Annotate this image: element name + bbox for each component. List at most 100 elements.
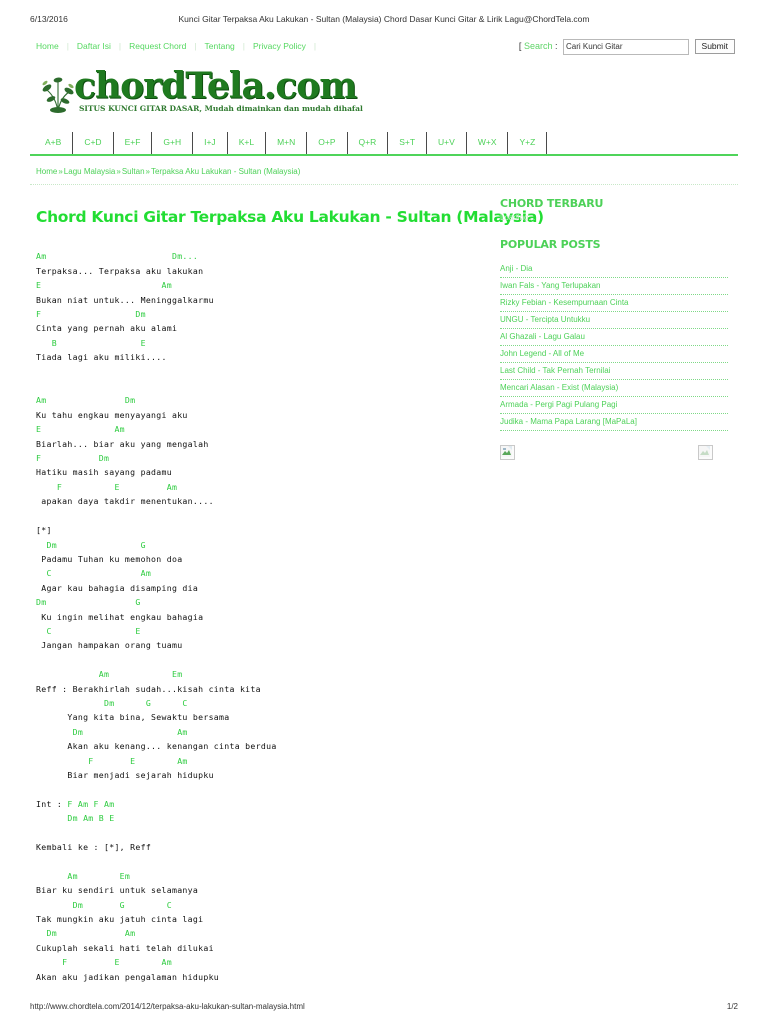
chord-line-chord: Dm Am bbox=[36, 726, 188, 737]
chord-line-blank bbox=[36, 365, 490, 379]
chord-line-blank bbox=[36, 782, 490, 796]
breadcrumb: Home»Lagu Malaysia»Sultan»Terpaksa Aku L… bbox=[30, 167, 738, 185]
chord-line-chord: Dm G C bbox=[36, 899, 172, 910]
list-item[interactable]: UNGU - Tercipta Untukku bbox=[500, 312, 728, 329]
chord-line-lyric: Biar ku sendiri untuk selamanya bbox=[36, 885, 199, 896]
plant-leaf-icon bbox=[38, 70, 78, 114]
chord-line-chord: Am Em bbox=[36, 870, 131, 881]
chord-line-blank bbox=[36, 854, 490, 868]
chord-line-lyric: Biarlah... biar aku yang mengalah bbox=[36, 438, 209, 449]
content-columns: Chord Kunci Gitar Terpaksa Aku Lakukan -… bbox=[30, 197, 738, 984]
site-logo-text: chordTela.com bbox=[74, 65, 357, 107]
sidebar-heading-popular-posts: POPULAR POSTS bbox=[500, 238, 601, 251]
top-navigation: Home | Daftar Isi | Request Chord | Tentang | Pr… bbox=[30, 36, 738, 56]
page-container: Home | Daftar Isi | Request Chord | Tentang | Pr… bbox=[30, 36, 738, 984]
broken-image-icon[interactable] bbox=[698, 445, 713, 460]
popular-post-link[interactable]: Al Ghazali - Lagu Galau bbox=[500, 332, 585, 341]
chord-tokens: F Am F Am bbox=[67, 798, 115, 809]
popular-post-link[interactable]: Anji - Dia bbox=[500, 264, 532, 273]
nav-item-daftar-isi[interactable]: Daftar Isi bbox=[69, 41, 119, 51]
alpha-item-kl[interactable]: K+L bbox=[228, 132, 267, 154]
alpha-item-mn[interactable]: M+N bbox=[266, 132, 308, 154]
popular-post-link[interactable]: Last Child - Tak Pernah Ternilai bbox=[500, 366, 610, 375]
search-input[interactable] bbox=[563, 38, 690, 55]
list-item[interactable]: John Legend - All of Me bbox=[500, 346, 728, 363]
nav-item-request-chord[interactable]: Request Chord bbox=[121, 41, 194, 51]
chord-line-chord: C Am bbox=[36, 568, 152, 579]
list-item[interactable]: Al Ghazali - Lagu Galau bbox=[500, 329, 728, 346]
list-item[interactable]: Mencari Alasan - Exist (Malaysia) bbox=[500, 380, 728, 397]
popular-post-link[interactable]: Iwan Fals - Yang Terlupakan bbox=[500, 281, 601, 290]
site-logo[interactable]: chordTela.com SITUS KUNCI GITAR DASAR, M… bbox=[30, 64, 738, 126]
alpha-item-yz[interactable]: Y+Z bbox=[508, 132, 548, 154]
chord-line-chord: Dm Am bbox=[36, 928, 136, 939]
alphabet-navigation: A+B C+D E+F G+H I+J K+L M+N O+P Q+R S+T U+V W+X Y+Z bbox=[30, 132, 738, 156]
footer-url: http://www.chordtela.com/2014/12/terpaks… bbox=[30, 1002, 305, 1011]
chord-line-lyric: Terpaksa... Terpaksa aku lakukan bbox=[36, 265, 204, 276]
alpha-item-ab[interactable]: A+B bbox=[34, 132, 74, 154]
alpha-item-st[interactable]: S+T bbox=[388, 132, 428, 154]
chord-line-blank bbox=[36, 826, 490, 840]
chord-line-plain: [*] bbox=[36, 525, 52, 536]
breadcrumb-item-sultan[interactable]: Sultan bbox=[122, 167, 145, 176]
alpha-item-qr[interactable]: Q+R bbox=[348, 132, 389, 154]
chord-line-blank bbox=[36, 509, 490, 523]
chord-line-chord: B E bbox=[36, 337, 146, 348]
chord-line-lyric: Biar menjadi sejarah hidupku bbox=[36, 770, 214, 780]
chord-line-chord: F E Am bbox=[36, 755, 188, 766]
popular-post-link[interactable]: John Legend - All of Me bbox=[500, 349, 584, 358]
nav-item-home[interactable]: Home bbox=[30, 41, 67, 51]
chord-line-chord: F Dm bbox=[36, 309, 146, 319]
list-item[interactable]: Judika - Mama Papa Larang [MaPaLa] bbox=[500, 414, 728, 431]
chord-line-lyric: Jangan hampakan orang tuamu bbox=[36, 640, 183, 651]
chord-line-blank bbox=[36, 379, 490, 393]
popular-post-link[interactable]: UNGU - Tercipta Untukku bbox=[500, 315, 590, 324]
sidebar-image-row bbox=[500, 445, 728, 467]
chord-line-chord: E Am bbox=[36, 280, 172, 291]
popular-posts-list: Anji - Dia Iwan Fals - Yang Terlupakan Riz… bbox=[500, 261, 728, 431]
chord-line-blank bbox=[36, 653, 490, 667]
search-area: [ Search : Submit bbox=[519, 36, 735, 56]
sidebar-heading-chord-terbaru: CHORD TERBARU bbox=[500, 197, 604, 210]
chord-line-chord: Am Dm bbox=[36, 395, 136, 406]
popular-post-link[interactable]: Judika - Mama Papa Larang [MaPaLa] bbox=[500, 417, 637, 426]
alpha-item-gh[interactable]: G+H bbox=[152, 132, 194, 154]
alpha-item-cd[interactable]: C+D bbox=[73, 132, 114, 154]
chord-line-chord: Dm G bbox=[36, 539, 146, 550]
chord-line-lyric: Akan aku jadikan pengalaman hidupku bbox=[36, 971, 220, 982]
chord-line-mixed: Dm Am B E bbox=[36, 811, 490, 825]
chord-line-chord: F Dm bbox=[36, 453, 110, 464]
site-logo-tagline: SITUS KUNCI GITAR DASAR, Mudah dimainkan… bbox=[79, 104, 363, 113]
list-item[interactable]: Last Child - Tak Pernah Ternilai bbox=[500, 363, 728, 380]
chord-line-chord: C E bbox=[36, 625, 141, 636]
chord-line-chord: Am Dm... bbox=[36, 251, 199, 262]
chord-line-lyric: Yang kita bina, Sewaktu bersama bbox=[36, 712, 230, 723]
alpha-item-uv[interactable]: U+V bbox=[427, 132, 467, 154]
chord-line-label: Int : bbox=[36, 798, 68, 809]
print-document-title: Kunci Gitar Terpaksa Aku Lakukan - Sulta… bbox=[178, 14, 590, 24]
alpha-item-ij[interactable]: I+J bbox=[193, 132, 228, 154]
chord-line-lyric: Padamu Tuhan ku memohon doa bbox=[36, 553, 183, 564]
popular-post-link[interactable]: Armada - Pergi Pagi Pulang Pagi bbox=[500, 400, 617, 409]
popular-post-link[interactable]: Mencari Alasan - Exist (Malaysia) bbox=[500, 383, 618, 392]
chord-line-label bbox=[36, 813, 67, 823]
breadcrumb-item-lagu-malaysia[interactable]: Lagu Malaysia bbox=[64, 167, 116, 176]
list-item[interactable]: Anji - Dia bbox=[500, 261, 728, 278]
chord-line-chord: Dm G C bbox=[36, 697, 188, 708]
list-item[interactable]: Iwan Fals - Yang Terlupakan bbox=[500, 278, 728, 295]
search-open-bracket: [ bbox=[518, 41, 522, 51]
chord-terbaru-loading-text: Loading... bbox=[500, 213, 536, 222]
nav-item-privacy-policy[interactable]: Privacy Policy bbox=[245, 41, 314, 51]
broken-image-icon[interactable] bbox=[500, 445, 515, 460]
alpha-item-wx[interactable]: W+X bbox=[467, 132, 509, 154]
nav-item-tentang[interactable]: Tentang bbox=[197, 41, 243, 51]
alpha-item-op[interactable]: O+P bbox=[307, 132, 348, 154]
search-submit-button[interactable]: Submit bbox=[694, 39, 735, 55]
breadcrumb-item-current[interactable]: Terpaksa Aku Lakukan - Sultan (Malaysia) bbox=[151, 167, 300, 176]
breadcrumb-item-home[interactable]: Home bbox=[36, 167, 57, 176]
list-item[interactable]: Rizky Febian - Kesempurnaan Cinta bbox=[500, 295, 728, 312]
chord-line-lyric: Tiada lagi aku miliki.... bbox=[36, 352, 167, 363]
popular-post-link[interactable]: Rizky Febian - Kesempurnaan Cinta bbox=[500, 298, 629, 307]
list-item[interactable]: Armada - Pergi Pagi Pulang Pagi bbox=[500, 397, 728, 414]
alpha-item-ef[interactable]: E+F bbox=[114, 132, 153, 154]
